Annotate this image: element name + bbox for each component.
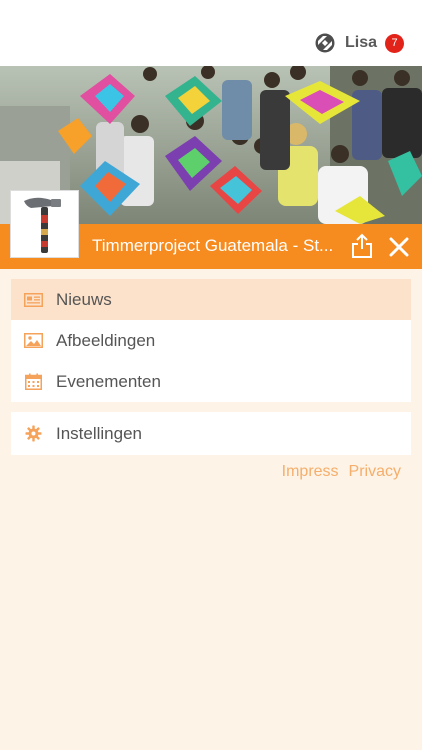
top-bar: Lisa 7: [0, 0, 422, 66]
notification-badge[interactable]: 7: [385, 33, 404, 53]
project-thumbnail[interactable]: [10, 190, 79, 258]
app-logo-icon: [315, 33, 335, 53]
menu-item-label: Evenementen: [56, 371, 161, 391]
menu-item-evenementen[interactable]: Evenementen: [11, 361, 411, 402]
calendar-icon: [24, 372, 43, 391]
privacy-link[interactable]: Privacy: [349, 463, 401, 481]
footer-links: Impress Privacy: [282, 463, 401, 481]
share-icon[interactable]: [350, 233, 374, 259]
hammer-icon: [11, 191, 78, 257]
user-menu[interactable]: Lisa 7: [315, 32, 404, 54]
menu-item-afbeeldingen[interactable]: Afbeeldingen: [11, 320, 411, 361]
impress-link[interactable]: Impress: [282, 463, 339, 481]
project-title[interactable]: Timmerproject Guatemala - St...: [92, 236, 346, 256]
menu-item-label: Afbeeldingen: [56, 330, 156, 350]
user-name[interactable]: Lisa: [345, 34, 377, 52]
gear-icon: [24, 424, 43, 443]
menu-item-label: Instellingen: [56, 423, 143, 443]
menu-item-nieuws[interactable]: Nieuws: [11, 279, 411, 320]
menu-item-instellingen[interactable]: Instellingen: [11, 412, 411, 455]
main-menu: Nieuws Afbeeldingen Evenementen: [11, 279, 411, 402]
settings-menu: Instellingen: [11, 412, 411, 455]
menu-item-label: Nieuws: [56, 289, 112, 309]
image-icon: [24, 331, 43, 350]
newspaper-icon: [24, 290, 43, 309]
close-icon[interactable]: [388, 236, 410, 258]
